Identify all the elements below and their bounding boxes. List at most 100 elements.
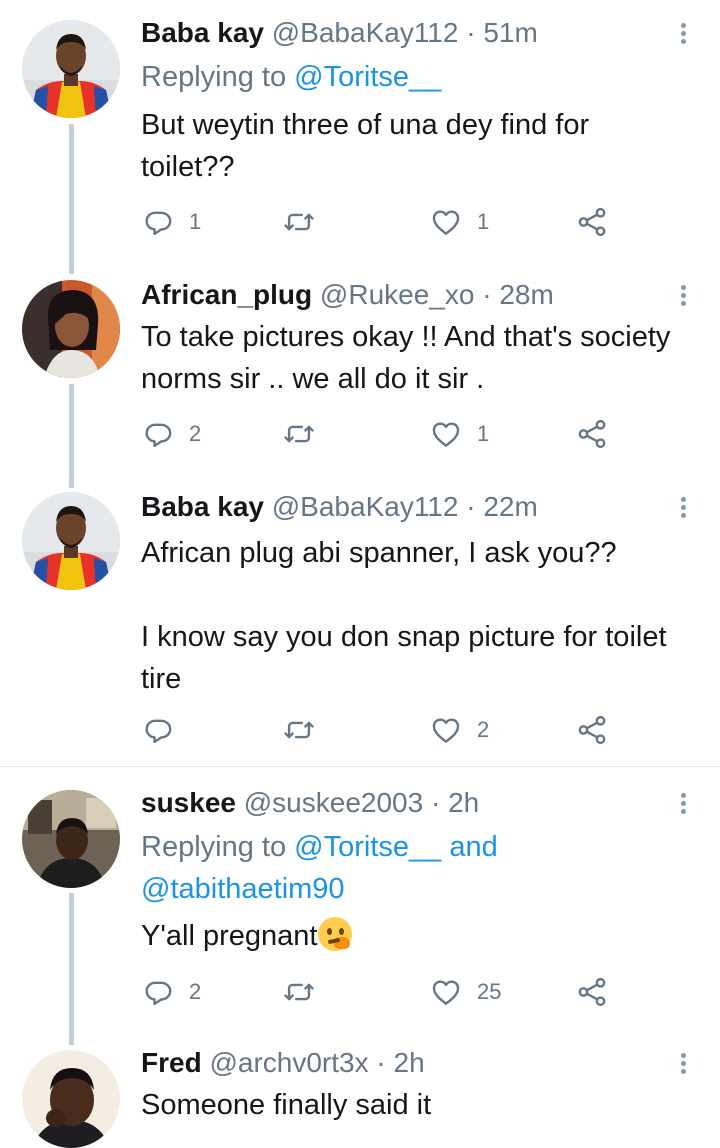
display-name[interactable]: Baba kay <box>141 491 264 522</box>
more-options-icon[interactable] <box>672 1050 694 1077</box>
replying-prefix: Replying to <box>141 61 295 93</box>
thinking-face-icon <box>318 917 353 951</box>
retweet-button[interactable] <box>282 972 316 1012</box>
avatar[interactable] <box>22 790 120 888</box>
tweet-text-paragraph: African plug abi spanner, I ask you?? <box>141 537 617 569</box>
display-name[interactable]: Fred <box>141 1047 202 1078</box>
tweet-text: But weytin three of una dey find for toi… <box>141 109 590 183</box>
mention-link[interactable]: @Toritse__ <box>294 831 441 863</box>
user-handle[interactable]: @archv0rt3x <box>209 1047 368 1078</box>
tweet-text: African plug abi spanner, I ask you?? I … <box>141 532 681 700</box>
display-name[interactable]: suskee <box>141 787 236 818</box>
avatar[interactable] <box>22 280 120 378</box>
share-icon <box>575 975 609 1009</box>
tweet-actions: 2 1 <box>141 414 611 454</box>
mention-link[interactable]: @Toritse__ <box>294 61 441 93</box>
share-icon <box>575 205 609 239</box>
tweet-header: Baba kay @BabaKay112 · 51m <box>141 16 538 50</box>
display-name[interactable]: Baba kay <box>141 17 264 48</box>
share-icon <box>575 713 609 747</box>
more-options-icon[interactable] <box>672 282 694 309</box>
tweet[interactable]: Baba kay @BabaKay112 · 51m Replying to @… <box>0 0 720 262</box>
tweet-header: African_plug @Rukee_xo · 28m <box>141 278 554 312</box>
retweet-icon <box>282 205 316 239</box>
display-name[interactable]: African_plug <box>141 279 312 310</box>
retweet-icon <box>282 975 316 1009</box>
like-icon <box>429 975 463 1009</box>
tweet-header: suskee @suskee2003 · 2h <box>141 786 479 820</box>
replying-prefix: Replying to <box>141 831 295 863</box>
like-button[interactable]: 1 <box>429 202 489 242</box>
avatar[interactable] <box>22 20 120 118</box>
more-options-icon[interactable] <box>672 790 694 817</box>
tweet-text-paragraph: I know say you don snap picture for toil… <box>141 621 667 695</box>
tweet-actions: 2 <box>141 710 611 750</box>
more-options-icon[interactable] <box>672 494 694 521</box>
separator-dot: · <box>466 491 476 522</box>
tweet-text: Someone finally said it <box>141 1089 432 1121</box>
share-button[interactable] <box>575 202 609 242</box>
tweet-header: Baba kay @BabaKay112 · 22m <box>141 490 538 524</box>
share-icon <box>575 417 609 451</box>
replying-to-continued: @tabithaetim90 <box>141 868 345 910</box>
user-handle[interactable]: @suskee2003 <box>244 787 423 818</box>
reply-count: 2 <box>189 979 202 1004</box>
tweet-actions: 2 25 <box>141 972 611 1012</box>
reply-icon <box>141 713 175 747</box>
tweet-header: Fred @archv0rt3x · 2h <box>141 1046 425 1080</box>
reply-count: 1 <box>189 209 202 234</box>
reply-button[interactable]: 1 <box>141 202 201 242</box>
like-icon <box>429 205 463 239</box>
share-button[interactable] <box>575 972 609 1012</box>
reply-icon <box>141 205 175 239</box>
tweet-text: Y'all pregnant <box>141 915 681 957</box>
avatar[interactable] <box>22 492 120 590</box>
timestamp[interactable]: 2h <box>448 787 479 818</box>
replying-to: Replying to @Toritse__ and <box>141 826 498 868</box>
more-options-icon[interactable] <box>672 20 694 47</box>
like-button[interactable]: 25 <box>429 972 501 1012</box>
retweet-icon <box>282 713 316 747</box>
share-button[interactable] <box>575 710 609 750</box>
like-count: 25 <box>477 979 502 1004</box>
replying-to: Replying to @Toritse__ <box>141 56 441 98</box>
user-handle[interactable]: @BabaKay112 <box>272 17 459 48</box>
reply-button[interactable] <box>141 710 175 750</box>
timestamp[interactable]: 2h <box>394 1047 425 1078</box>
like-icon <box>429 417 463 451</box>
reply-icon <box>141 975 175 1009</box>
tweet[interactable]: suskee @suskee2003 · 2h Replying to @Tor… <box>0 767 720 1032</box>
user-handle[interactable]: @BabaKay112 <box>272 491 459 522</box>
tweet[interactable]: Fred @archv0rt3x · 2h Someone finally sa… <box>0 1032 720 1148</box>
tweet[interactable]: African_plug @Rukee_xo · 28m To take pic… <box>0 262 720 478</box>
timestamp[interactable]: 51m <box>483 17 537 48</box>
avatar[interactable] <box>22 1050 120 1148</box>
mention-and: and <box>441 831 498 863</box>
reply-count: 2 <box>189 421 202 446</box>
tweet[interactable]: Baba kay @BabaKay112 · 22m African plug … <box>0 478 720 766</box>
like-count: 1 <box>477 421 490 446</box>
like-count: 2 <box>477 717 490 742</box>
tweet-actions: 1 1 <box>141 202 611 242</box>
timestamp[interactable]: 28m <box>499 279 553 310</box>
reply-icon <box>141 417 175 451</box>
separator-dot: · <box>482 279 492 310</box>
like-button[interactable]: 1 <box>429 414 489 454</box>
retweet-button[interactable] <box>282 414 316 454</box>
retweet-icon <box>282 417 316 451</box>
share-button[interactable] <box>575 414 609 454</box>
separator-dot: · <box>466 17 476 48</box>
retweet-button[interactable] <box>282 710 316 750</box>
like-icon <box>429 713 463 747</box>
retweet-button[interactable] <box>282 202 316 242</box>
timestamp[interactable]: 22m <box>483 491 537 522</box>
like-count: 1 <box>477 209 490 234</box>
like-button[interactable]: 2 <box>429 710 489 750</box>
tweet-text: To take pictures okay !! And that's soci… <box>141 321 671 395</box>
tweet-text-content: Y'all pregnant <box>141 920 318 952</box>
separator-dot: · <box>430 787 441 818</box>
user-handle[interactable]: @Rukee_xo <box>320 279 475 310</box>
reply-button[interactable]: 2 <box>141 414 201 454</box>
reply-button[interactable]: 2 <box>141 972 201 1012</box>
mention-link[interactable]: @tabithaetim90 <box>141 873 345 905</box>
